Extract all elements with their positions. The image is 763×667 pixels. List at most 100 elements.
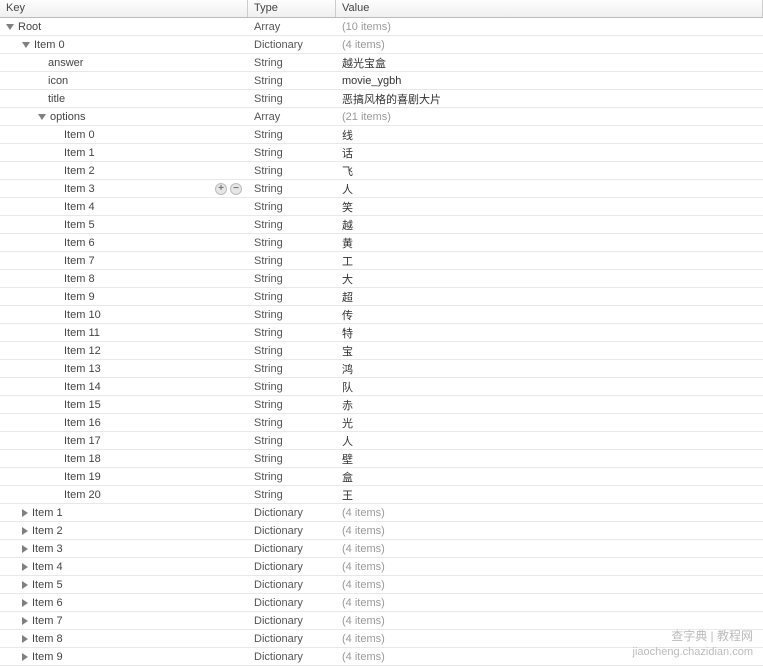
value-cell[interactable]: 工 [336, 253, 763, 269]
value-cell[interactable]: 越光宝盒 [336, 55, 763, 71]
key-cell[interactable]: Item 0 [0, 129, 248, 141]
key-cell[interactable]: Item 13 [0, 363, 248, 375]
type-cell[interactable]: String [248, 129, 336, 141]
type-cell[interactable]: String [248, 399, 336, 411]
value-cell[interactable]: 人 [336, 433, 763, 449]
disclosure-closed-icon[interactable] [22, 635, 28, 643]
type-cell[interactable]: Dictionary [248, 507, 336, 519]
key-cell[interactable]: Item 16 [0, 417, 248, 429]
disclosure-closed-icon[interactable] [22, 581, 28, 589]
key-cell[interactable]: title [0, 93, 248, 105]
table-row[interactable]: Item 11String特 [0, 324, 763, 342]
type-cell[interactable]: String [248, 219, 336, 231]
type-cell[interactable]: String [248, 183, 336, 195]
key-cell[interactable]: Item 15 [0, 399, 248, 411]
type-cell[interactable]: String [248, 471, 336, 483]
add-row-button[interactable]: + [215, 183, 227, 195]
column-header-key[interactable]: Key [0, 0, 248, 17]
table-row[interactable]: optionsArray(21 items) [0, 108, 763, 126]
table-row[interactable]: Item 20String王 [0, 486, 763, 504]
type-cell[interactable]: String [248, 327, 336, 339]
table-row[interactable]: Item 1Dictionary(4 items) [0, 504, 763, 522]
type-cell[interactable]: String [248, 309, 336, 321]
key-cell[interactable]: Item 14 [0, 381, 248, 393]
value-cell[interactable]: 笑 [336, 199, 763, 215]
key-cell[interactable]: Item 19 [0, 471, 248, 483]
type-cell[interactable]: String [248, 291, 336, 303]
table-row[interactable]: Item 5String越 [0, 216, 763, 234]
value-cell[interactable]: 特 [336, 325, 763, 341]
type-cell[interactable]: String [248, 201, 336, 213]
key-cell[interactable]: Item 1 [0, 147, 248, 159]
table-row[interactable]: Item 12String宝 [0, 342, 763, 360]
type-cell[interactable]: String [248, 273, 336, 285]
key-cell[interactable]: Item 1 [0, 507, 248, 519]
table-row[interactable]: Item 19String盒 [0, 468, 763, 486]
table-row[interactable]: Item 4Dictionary(4 items) [0, 558, 763, 576]
disclosure-closed-icon[interactable] [22, 653, 28, 661]
type-cell[interactable]: Array [248, 21, 336, 33]
key-cell[interactable]: Item 8 [0, 633, 248, 645]
table-row[interactable]: titleString恶搞风格的喜剧大片 [0, 90, 763, 108]
key-cell[interactable]: Item 3 [0, 543, 248, 555]
table-row[interactable]: Item 5Dictionary(4 items) [0, 576, 763, 594]
disclosure-open-icon[interactable] [6, 24, 14, 30]
key-cell[interactable]: Item 11 [0, 327, 248, 339]
type-cell[interactable]: String [248, 435, 336, 447]
key-cell[interactable]: Item 2 [0, 525, 248, 537]
value-cell[interactable]: movie_ygbh [336, 75, 763, 87]
type-cell[interactable]: String [248, 165, 336, 177]
value-cell[interactable]: 黄 [336, 235, 763, 251]
disclosure-open-icon[interactable] [22, 42, 30, 48]
type-cell[interactable]: Array [248, 111, 336, 123]
key-cell[interactable]: Item 10 [0, 309, 248, 321]
key-cell[interactable]: answer [0, 57, 248, 69]
type-cell[interactable]: String [248, 237, 336, 249]
disclosure-closed-icon[interactable] [22, 509, 28, 517]
type-cell[interactable]: String [248, 453, 336, 465]
disclosure-closed-icon[interactable] [22, 527, 28, 535]
table-row[interactable]: Item 2Dictionary(4 items) [0, 522, 763, 540]
value-cell[interactable]: 话 [336, 145, 763, 161]
table-row[interactable]: Item 3+−String人 [0, 180, 763, 198]
value-cell[interactable]: 赤 [336, 397, 763, 413]
disclosure-closed-icon[interactable] [22, 617, 28, 625]
type-cell[interactable]: Dictionary [248, 633, 336, 645]
type-cell[interactable]: Dictionary [248, 579, 336, 591]
type-cell[interactable]: Dictionary [248, 597, 336, 609]
value-cell[interactable]: 飞 [336, 163, 763, 179]
table-row[interactable]: Item 7Dictionary(4 items) [0, 612, 763, 630]
value-cell[interactable]: 超 [336, 289, 763, 305]
table-row[interactable]: Item 9String超 [0, 288, 763, 306]
type-cell[interactable]: String [248, 417, 336, 429]
key-cell[interactable]: Item 12 [0, 345, 248, 357]
column-header-value[interactable]: Value [336, 0, 763, 17]
column-header-type[interactable]: Type [248, 0, 336, 17]
key-cell[interactable]: Item 9 [0, 651, 248, 663]
value-cell[interactable]: 宝 [336, 343, 763, 359]
table-row[interactable]: Item 13String鸿 [0, 360, 763, 378]
key-cell[interactable]: Item 3+− [0, 183, 248, 195]
table-row[interactable]: Item 4String笑 [0, 198, 763, 216]
value-cell[interactable]: 光 [336, 415, 763, 431]
key-cell[interactable]: Item 5 [0, 579, 248, 591]
value-cell[interactable]: 线 [336, 127, 763, 143]
type-cell[interactable]: String [248, 363, 336, 375]
key-cell[interactable]: Root [0, 21, 248, 33]
value-cell[interactable]: 壁 [336, 451, 763, 467]
value-cell[interactable]: 传 [336, 307, 763, 323]
value-cell[interactable]: 人 [336, 181, 763, 197]
key-cell[interactable]: Item 20 [0, 489, 248, 501]
value-cell[interactable]: 盒 [336, 469, 763, 485]
type-cell[interactable]: Dictionary [248, 543, 336, 555]
table-row[interactable]: Item 6Dictionary(4 items) [0, 594, 763, 612]
type-cell[interactable]: String [248, 345, 336, 357]
table-row[interactable]: iconStringmovie_ygbh [0, 72, 763, 90]
table-row[interactable]: Item 15String赤 [0, 396, 763, 414]
type-cell[interactable]: String [248, 93, 336, 105]
key-cell[interactable]: icon [0, 75, 248, 87]
type-cell[interactable]: String [248, 147, 336, 159]
key-cell[interactable]: Item 6 [0, 597, 248, 609]
type-cell[interactable]: String [248, 75, 336, 87]
table-row[interactable]: Item 16String光 [0, 414, 763, 432]
